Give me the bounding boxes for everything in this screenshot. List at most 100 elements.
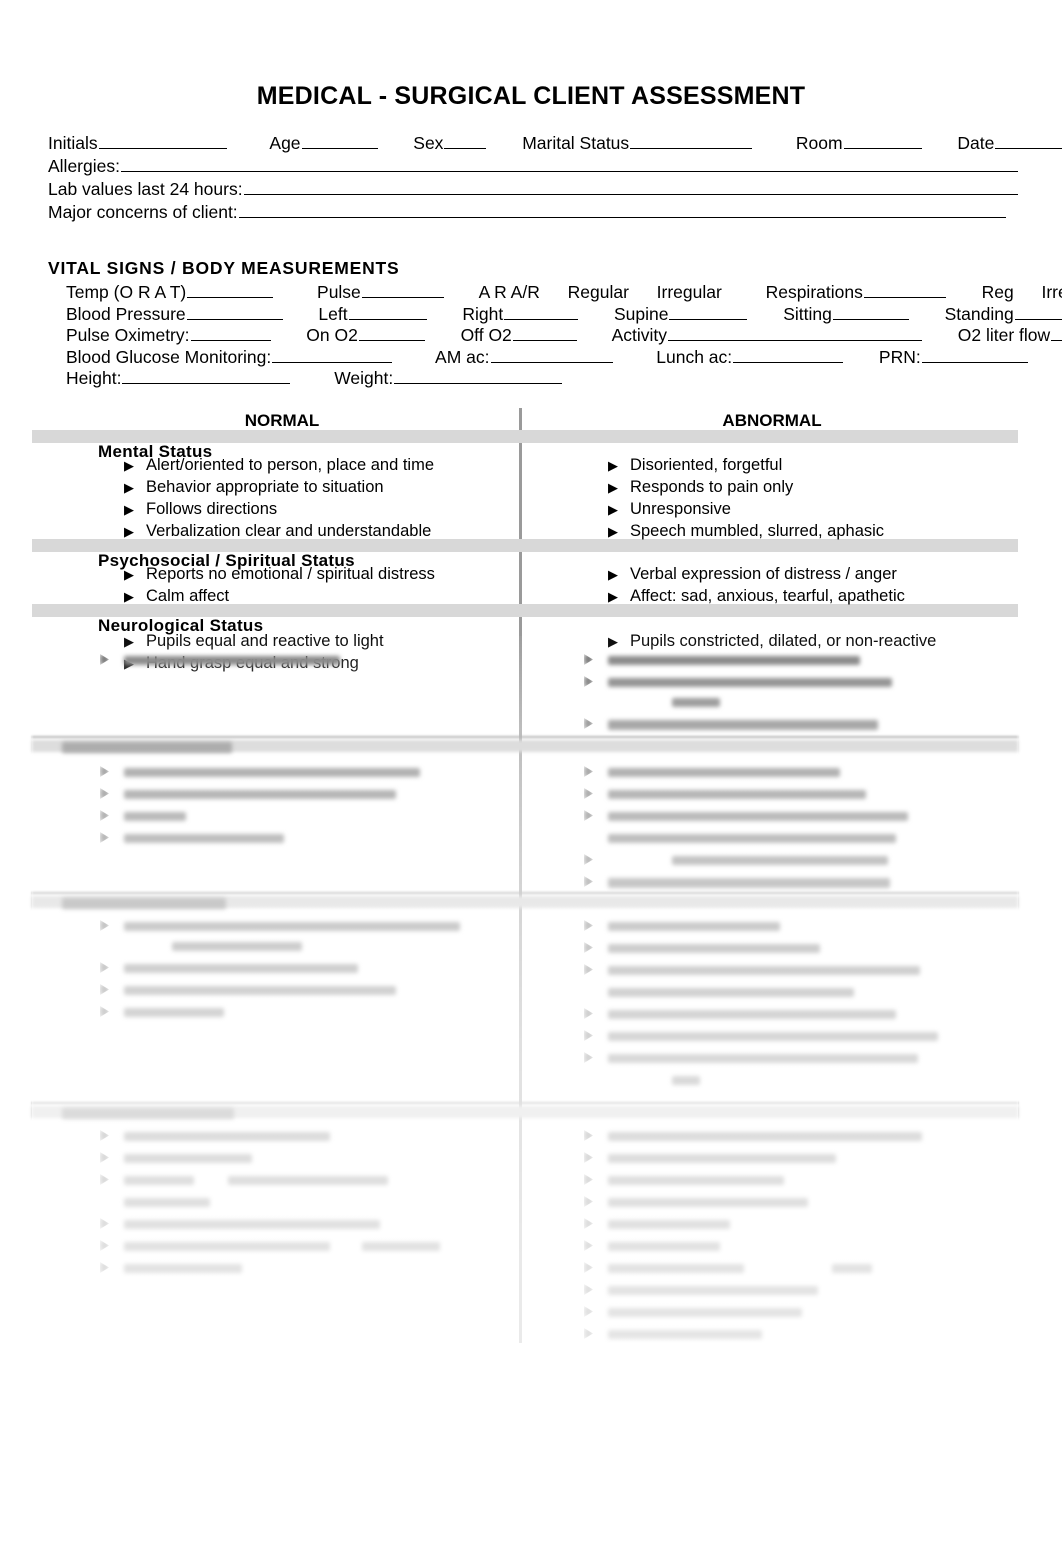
bullet-triangle-icon: ▶ xyxy=(124,589,134,604)
height-label: Height: xyxy=(66,368,122,388)
vitals-row-blood-glucose: Blood Glucose Monitoring: AM ac: Lunch a… xyxy=(48,347,1028,369)
marital-status-input[interactable] xyxy=(630,133,753,149)
list-item[interactable]: ▶ Alert/oriented to person, place and ti… xyxy=(124,456,434,475)
bullet-triangle-icon: ▶ xyxy=(124,634,134,649)
bullet-triangle-icon: ▶ xyxy=(608,634,618,649)
respirations-reg-option[interactable]: Reg xyxy=(982,282,1014,302)
am-ac-input[interactable] xyxy=(490,347,613,363)
bp-left-input[interactable] xyxy=(348,304,427,320)
blood-glucose-input[interactable] xyxy=(272,347,393,363)
bp-supine-input[interactable] xyxy=(669,304,748,320)
bullet-triangle-icon: ▶ xyxy=(608,480,618,495)
list-item[interactable]: ▶ Verbalization clear and understandable xyxy=(124,522,431,541)
temp-input[interactable] xyxy=(187,282,274,298)
date-label: Date xyxy=(957,133,995,153)
room-input[interactable] xyxy=(843,133,922,149)
list-item[interactable]: ▶ Hand grasp equal and strong xyxy=(124,654,359,673)
list-item[interactable]: ▶ Reports no emotional / spiritual distr… xyxy=(124,565,435,584)
list-item[interactable]: ▶ Pupils equal and reactive to light xyxy=(124,632,384,651)
list-item-label: Speech mumbled, slurred, aphasic xyxy=(630,522,885,540)
pulse-regular-option[interactable]: Regular xyxy=(568,282,629,302)
date-input[interactable] xyxy=(995,133,1062,149)
page-title: MEDICAL - SURGICAL CLIENT ASSESSMENT xyxy=(256,82,806,110)
o2-liter-flow-input[interactable] xyxy=(1051,325,1062,341)
list-item[interactable]: ▶ Follows directions xyxy=(124,500,277,519)
allergies-label: Allergies: xyxy=(48,156,120,176)
list-item-label: Pupils equal and reactive to light xyxy=(146,632,384,650)
list-item-label: Affect: sad, anxious, tearful, apathetic xyxy=(630,587,905,605)
list-item[interactable]: ▶ Responds to pain only xyxy=(608,478,793,497)
activity-input[interactable] xyxy=(668,325,923,341)
identification-row-major-concerns: Major concerns of client: xyxy=(48,201,1018,224)
marital-status-label: Marital Status xyxy=(522,133,630,153)
pulse-input[interactable] xyxy=(361,282,444,298)
list-item-label: Reports no emotional / spiritual distres… xyxy=(146,565,435,583)
list-item-label: Verbalization clear and understandable xyxy=(146,522,432,540)
temp-label: Temp (O R A T) xyxy=(66,282,187,302)
bp-sitting-input[interactable] xyxy=(832,304,909,320)
lab-values-input[interactable] xyxy=(243,179,1018,195)
assessment-table: NORMAL ABNORMAL Mental Status ▶ Alert/or… xyxy=(32,408,1018,1548)
bp-standing-label: Standing xyxy=(944,303,1014,324)
list-item[interactable]: ▶ Verbal expression of distress / anger xyxy=(608,565,897,584)
faded-scan-region xyxy=(32,636,1018,1548)
respirations-irreg-option[interactable]: Irreg xyxy=(1041,282,1062,302)
pulse-oximetry-input[interactable] xyxy=(190,325,271,341)
age-label: Age xyxy=(269,133,301,153)
bp-right-label: Right xyxy=(462,303,504,324)
am-ac-label: AM ac: xyxy=(435,346,490,367)
sex-input[interactable] xyxy=(444,133,487,149)
list-item[interactable]: ▶ Behavior appropriate to situation xyxy=(124,478,384,497)
weight-label: Weight: xyxy=(334,368,394,388)
off-o2-input[interactable] xyxy=(512,325,577,341)
vitals-row-temp-pulse-respirations: Temp (O R A T) Pulse A R A/R Regular Irr… xyxy=(48,282,1062,304)
height-input[interactable] xyxy=(122,368,291,384)
list-item[interactable]: ▶ Speech mumbled, slurred, aphasic xyxy=(608,522,884,541)
bullet-triangle-icon: ▶ xyxy=(124,524,134,539)
identification-row-lab-values: Lab values last 24 hours: xyxy=(48,178,1018,201)
blood-pressure-input[interactable] xyxy=(186,304,283,320)
list-item-label: Calm affect xyxy=(146,587,230,605)
list-item-label: Verbal expression of distress / anger xyxy=(630,565,897,583)
blood-pressure-label: Blood Pressure xyxy=(66,303,186,324)
list-item-label: Hand grasp equal and strong xyxy=(146,654,359,672)
weight-input[interactable] xyxy=(394,368,563,384)
list-item[interactable]: ▶ Unresponsive xyxy=(608,500,731,519)
bp-standing-input[interactable] xyxy=(1014,304,1062,320)
list-item-label: Behavior appropriate to situation xyxy=(146,478,384,496)
blood-glucose-label: Blood Glucose Monitoring: xyxy=(66,346,272,367)
vitals-row-blood-pressure: Blood Pressure Left Right Supine Sitting… xyxy=(48,303,1062,326)
vital-signs-heading: VITAL SIGNS / BODY MEASUREMENTS xyxy=(48,258,400,278)
on-o2-label: On O2 xyxy=(306,325,358,345)
list-item[interactable]: ▶ Calm affect xyxy=(124,587,229,606)
bullet-triangle-icon: ▶ xyxy=(124,458,134,473)
list-item[interactable]: ▶ Pupils constricted, dilated, or non-re… xyxy=(608,632,936,651)
prn-input[interactable] xyxy=(921,347,1028,363)
bullet-triangle-icon: ▶ xyxy=(608,502,618,517)
list-item[interactable]: ▶ Affect: sad, anxious, tearful, apathet… xyxy=(608,587,905,606)
o2-liter-flow-label: O2 liter flow xyxy=(957,325,1051,345)
off-o2-label: Off O2 xyxy=(460,325,512,345)
pulse-irregular-option[interactable]: Irregular xyxy=(657,282,722,302)
identification-block: Initials Age Sex Marital Status Room Dat… xyxy=(48,132,1062,224)
pulse-oximetry-label: Pulse Oximetry: xyxy=(66,325,190,345)
sex-label: Sex xyxy=(413,133,444,153)
lab-values-label: Lab values last 24 hours: xyxy=(48,179,243,199)
list-item-label: Disoriented, forgetful xyxy=(630,456,783,474)
list-item[interactable]: ▶ Disoriented, forgetful xyxy=(608,456,782,475)
bullet-triangle-icon: ▶ xyxy=(124,567,134,582)
bp-right-input[interactable] xyxy=(504,304,579,320)
initials-input[interactable] xyxy=(98,133,227,149)
allergies-input[interactable] xyxy=(120,156,1018,172)
major-concerns-input[interactable] xyxy=(238,202,1006,218)
on-o2-input[interactable] xyxy=(358,325,425,341)
pulse-quality-label[interactable]: A R A/R xyxy=(479,282,540,302)
pulse-label: Pulse xyxy=(317,282,361,302)
bp-sitting-label: Sitting xyxy=(783,303,832,324)
lunch-ac-input[interactable] xyxy=(733,347,844,363)
age-input[interactable] xyxy=(301,133,378,149)
respirations-input[interactable] xyxy=(863,282,946,298)
activity-label: Activity xyxy=(611,325,668,345)
respirations-label: Respirations xyxy=(765,282,863,302)
bullet-triangle-icon: ▶ xyxy=(608,589,618,604)
